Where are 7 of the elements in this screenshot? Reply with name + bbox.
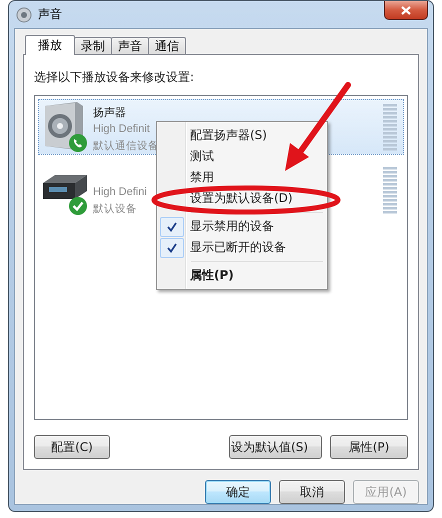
device-status: 默认通信设备: [93, 139, 159, 154]
device-name: 扬声器: [93, 105, 127, 121]
device-driver: High Defini: [93, 185, 147, 200]
device-status: 默认设备: [93, 202, 138, 217]
window-title: 声音: [38, 6, 62, 23]
instruction-text: 选择以下播放设备来修改设置:: [34, 69, 196, 86]
device-driver: High Definit: [93, 122, 151, 137]
